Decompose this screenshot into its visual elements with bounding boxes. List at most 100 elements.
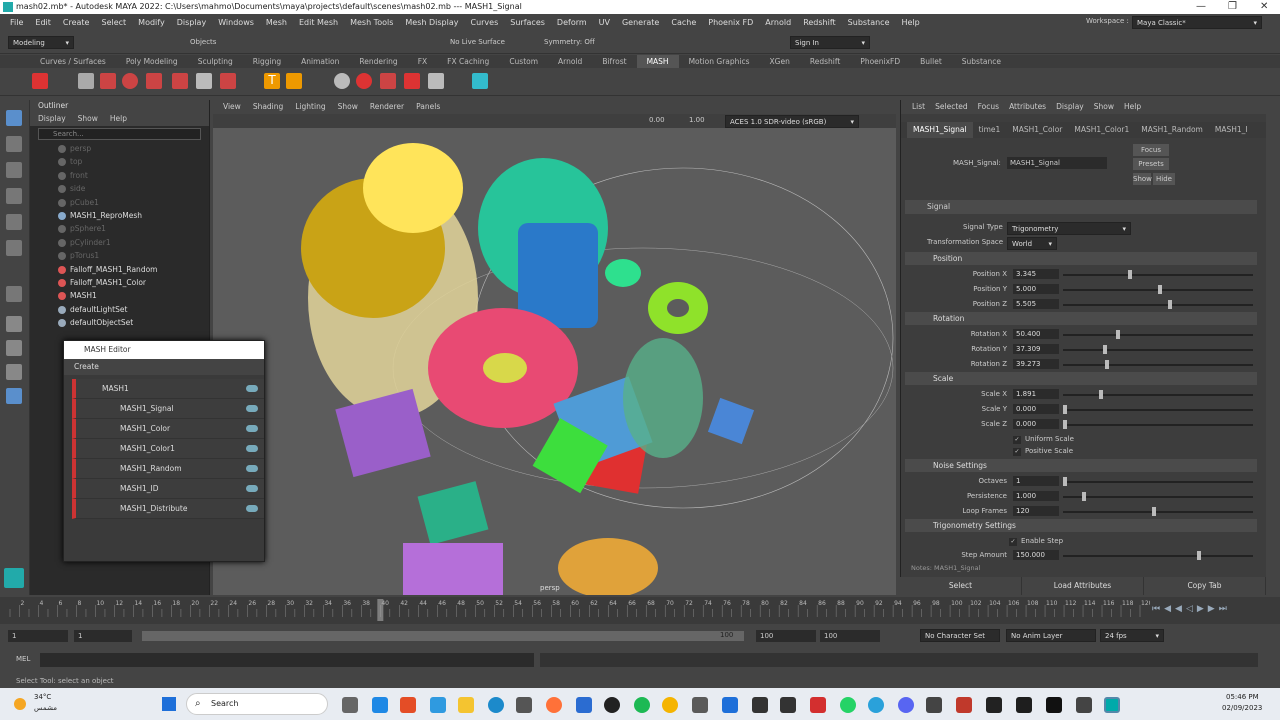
mode-dropdown[interactable]: Modeling ▾ <box>8 36 74 49</box>
attr-value-field[interactable]: 1.891 <box>1013 389 1059 399</box>
attr-slider-handle[interactable] <box>1063 477 1067 486</box>
menu-mesh[interactable]: Mesh <box>260 18 293 27</box>
section-position[interactable]: Position <box>905 252 1257 265</box>
menu-display[interactable]: Display <box>171 18 213 27</box>
attr-slider-track[interactable] <box>1063 511 1253 513</box>
network-icon[interactable] <box>926 697 942 713</box>
paint-tool-icon[interactable] <box>6 162 22 178</box>
maya-taskbar-icon[interactable] <box>1104 697 1120 713</box>
ae-button-copy-tab[interactable]: Copy Tab <box>1144 577 1266 595</box>
maximize-button[interactable]: ❐ <box>1228 0 1237 14</box>
menu-select[interactable]: Select <box>95 18 132 27</box>
ae-tab[interactable]: MASH1_Random <box>1135 122 1209 138</box>
outliner-menu-help[interactable]: Help <box>110 112 127 126</box>
menu-curves[interactable]: Curves <box>464 18 504 27</box>
attr-slider-track[interactable] <box>1063 304 1253 306</box>
outliner-item[interactable]: Falloff_MASH1_Random <box>30 263 209 276</box>
transform-space-dropdown[interactable]: World ▾ <box>1007 237 1057 250</box>
attr-slider-handle[interactable] <box>1063 405 1067 414</box>
menu-edit[interactable]: Edit <box>29 18 57 27</box>
menu-generate[interactable]: Generate <box>616 18 665 27</box>
headphones-icon[interactable] <box>780 697 796 713</box>
checker-icon[interactable] <box>196 73 212 89</box>
vpn-icon[interactable] <box>752 697 768 713</box>
edge-icon[interactable] <box>488 697 504 713</box>
menu-phoenix-fd[interactable]: Phoenix FD <box>702 18 759 27</box>
attr-value-field[interactable]: 5.505 <box>1013 299 1059 309</box>
attr-slider-handle[interactable] <box>1063 420 1067 429</box>
shelf-tab-mash[interactable]: MASH <box>636 55 679 68</box>
attr-slider-handle[interactable] <box>1152 507 1157 516</box>
checkbox-icon[interactable]: ✓ <box>1013 436 1021 444</box>
spotify-icon[interactable] <box>634 697 650 713</box>
viewport-menu-shading[interactable]: Shading <box>247 100 289 114</box>
attr-slider-track[interactable] <box>1063 496 1253 498</box>
spin-icon[interactable] <box>334 73 350 89</box>
acrobat-icon[interactable] <box>810 697 826 713</box>
minimize-button[interactable]: — <box>1196 0 1206 14</box>
attr-slider-track[interactable] <box>1063 349 1253 351</box>
time-slider[interactable]: 2 4 6 8 10 12 14 16 18 20 22 24 26 28 30 32 34 36 38 40 42 44… <box>0 597 1280 624</box>
snap-icon[interactable] <box>6 286 22 302</box>
shelf-tab-bullet[interactable]: Bullet <box>910 55 952 68</box>
ae-menu-focus[interactable]: Focus <box>973 100 1004 114</box>
attr-value-field[interactable]: 50.400 <box>1013 329 1059 339</box>
checkbox-icon[interactable]: ✓ <box>1009 538 1017 546</box>
shelf-tab-phoenixfd[interactable]: PhoenixFD <box>850 55 910 68</box>
attr-slider-track[interactable] <box>1063 364 1253 366</box>
move-tool-icon[interactable] <box>6 188 22 204</box>
objects-label[interactable]: Objects <box>190 38 216 46</box>
ae-menu-attributes[interactable]: Attributes <box>1004 100 1051 114</box>
chrome-icon[interactable] <box>662 697 678 713</box>
outliner-item[interactable]: side <box>30 182 209 195</box>
menu-surfaces[interactable]: Surfaces <box>504 18 551 27</box>
settings-icon[interactable] <box>692 697 708 713</box>
ae-menu-display[interactable]: Display <box>1051 100 1089 114</box>
attr-value-field[interactable]: 1 <box>1013 476 1059 486</box>
attr-slider-track[interactable] <box>1063 481 1253 483</box>
checkbox-icon[interactable]: ✓ <box>1013 448 1021 456</box>
ae-tab[interactable]: MASH1_Color <box>1006 122 1068 138</box>
attr-slider-handle[interactable] <box>1099 390 1104 399</box>
shelf-tab-curves-surfaces[interactable]: Curves / Surfaces <box>30 55 116 68</box>
viewport-menu-lighting[interactable]: Lighting <box>289 100 331 114</box>
mash-node-row[interactable]: MASH1_Color <box>72 419 264 439</box>
mash-create-icon[interactable] <box>32 73 48 89</box>
shelf-tab-animation[interactable]: Animation <box>291 55 349 68</box>
symmetry-label[interactable]: Symmetry: Off <box>544 38 595 46</box>
playback-start-field[interactable]: 1 <box>74 630 132 642</box>
menu-mesh-display[interactable]: Mesh Display <box>399 18 464 27</box>
playback-controls[interactable]: ⏮◀◀◁▶▶⏭ <box>1152 604 1231 614</box>
mash-node-row[interactable]: MASH1_Color1 <box>72 439 264 459</box>
attr-value-field[interactable]: 120 <box>1013 506 1059 516</box>
app-red-icon[interactable] <box>956 697 972 713</box>
dots-icon[interactable] <box>220 73 236 89</box>
outliner-item[interactable]: persp <box>30 142 209 155</box>
positive-scale-checkbox[interactable]: ✓ Positive Scale <box>1013 444 1073 459</box>
cluster-icon[interactable] <box>404 73 420 89</box>
outliner-item[interactable]: Falloff_MASH1_Color <box>30 276 209 289</box>
step-amount-field[interactable]: 150.000 <box>1013 550 1059 560</box>
menu-deform[interactable]: Deform <box>551 18 593 27</box>
taskbar-search[interactable]: ⌕ Search <box>186 693 328 715</box>
start-frame-field[interactable]: 1 <box>8 630 68 642</box>
mash-node-toggle[interactable] <box>246 425 258 432</box>
shelf-tab-bifrost[interactable]: Bifrost <box>592 55 636 68</box>
shelf-tab-sculpting[interactable]: Sculpting <box>188 55 243 68</box>
menu-edit-mesh[interactable]: Edit Mesh <box>293 18 344 27</box>
current-frame-marker[interactable] <box>377 599 384 621</box>
colorspace-dropdown[interactable]: ACES 1.0 SDR-video (sRGB) ▾ <box>725 115 859 128</box>
workspace-dropdown[interactable]: Maya Classic* ▾ <box>1132 16 1262 29</box>
attr-slider-handle[interactable] <box>1104 360 1109 369</box>
menu-substance[interactable]: Substance <box>842 18 896 27</box>
telegram-icon[interactable] <box>868 697 884 713</box>
ae-menu-selected[interactable]: Selected <box>930 100 973 114</box>
windows-start-icon[interactable] <box>162 697 176 711</box>
section-rotation[interactable]: Rotation <box>905 312 1257 325</box>
ae-menu-show[interactable]: Show <box>1089 100 1119 114</box>
outliner-item[interactable]: front <box>30 169 209 182</box>
mash-node-toggle[interactable] <box>246 445 258 452</box>
attr-slider-handle[interactable] <box>1167 300 1172 309</box>
task-view-icon[interactable] <box>342 697 358 713</box>
attr-value-field[interactable]: 37.309 <box>1013 344 1059 354</box>
